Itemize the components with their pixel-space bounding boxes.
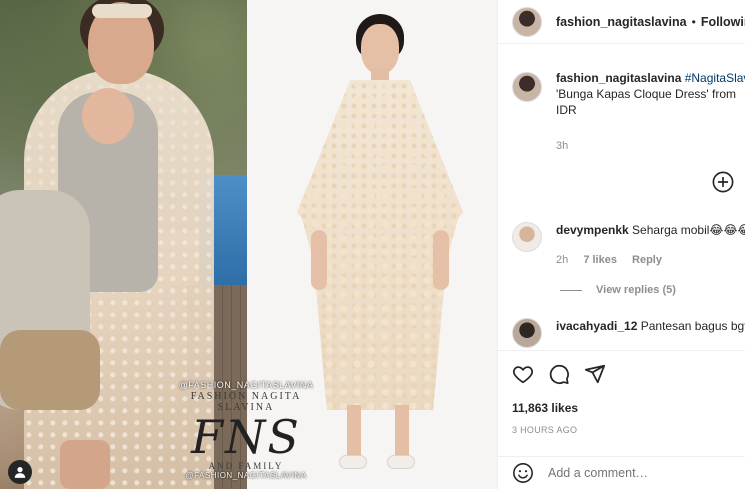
comment-input[interactable] xyxy=(548,466,738,480)
comment-username[interactable]: devympenkk xyxy=(556,223,629,237)
watermark-logo: FNS xyxy=(191,410,301,464)
caption-line: 'Bunga Kapas Cloque Dress' from xyxy=(556,87,737,101)
watermark-handle: @FASHION_NAGITASLAVINA xyxy=(178,380,314,390)
caption-line: IDR xyxy=(556,103,577,117)
comment-icon[interactable] xyxy=(548,363,570,385)
view-replies-line xyxy=(560,289,582,291)
comment-text: Pantesan bagus bgt xyxy=(640,319,745,333)
caption-username[interactable]: fashion_nagitaslavina xyxy=(556,71,681,85)
caption-avatar[interactable] xyxy=(512,72,542,102)
emoji-icon[interactable] xyxy=(512,462,534,484)
action-icons xyxy=(512,363,732,385)
reply-button[interactable]: Reply xyxy=(632,254,662,266)
share-icon[interactable] xyxy=(584,363,606,385)
add-circle-icon[interactable] xyxy=(712,171,734,193)
watermark: @FASHION_NAGITASLAVINA FASHION NAGITA SL… xyxy=(176,380,316,480)
view-replies-button[interactable]: View replies (5) xyxy=(560,284,676,296)
comment-avatar[interactable] xyxy=(512,222,542,252)
add-comment-bar xyxy=(498,456,745,489)
caption-hashtag[interactable]: #NagitaSlavina xyxy=(685,71,745,85)
following-button[interactable]: Following xyxy=(701,15,745,29)
watermark-handle-bottom: @FASHION_NAGITASLAVINA xyxy=(185,471,307,480)
user-tag-icon[interactable] xyxy=(8,460,32,484)
avatar[interactable] xyxy=(512,6,542,37)
comment-item: ivacahyadi_12 Pantesan bagus bgt xyxy=(512,318,745,348)
comment-username[interactable]: ivacahyadi_12 xyxy=(556,319,637,333)
header-separator: • xyxy=(691,14,696,29)
post-time[interactable]: 3 HOURS AGO xyxy=(512,425,732,435)
comment-likes[interactable]: 7 likes xyxy=(583,254,617,266)
likes-count[interactable]: 11,863 likes xyxy=(512,401,732,415)
caption-time[interactable]: 3h xyxy=(556,138,745,154)
caption: fashion_nagitaslavina #NagitaSlavina 'Bu… xyxy=(512,70,745,154)
comment-avatar[interactable] xyxy=(512,318,542,348)
actions-section: 11,863 likes 3 HOURS AGO xyxy=(498,350,745,435)
heart-icon[interactable] xyxy=(512,363,534,385)
post-sidebar: fashion_nagitaslavina • Following fashio… xyxy=(497,0,745,489)
post-media[interactable]: @FASHION_NAGITASLAVINA FASHION NAGITA SL… xyxy=(0,0,497,489)
view-replies-label: View replies (5) xyxy=(596,284,676,296)
comment-time[interactable]: 2h xyxy=(556,254,568,266)
header-username[interactable]: fashion_nagitaslavina xyxy=(556,15,687,29)
post-header: fashion_nagitaslavina • Following xyxy=(498,0,745,44)
comment-text: Seharga mobil😂😂😂 xyxy=(632,223,745,237)
comment-item: devympenkk Seharga mobil😂😂😂 2h 7 likes R… xyxy=(512,222,745,268)
comment-meta: 2h 7 likes Reply xyxy=(556,252,745,268)
